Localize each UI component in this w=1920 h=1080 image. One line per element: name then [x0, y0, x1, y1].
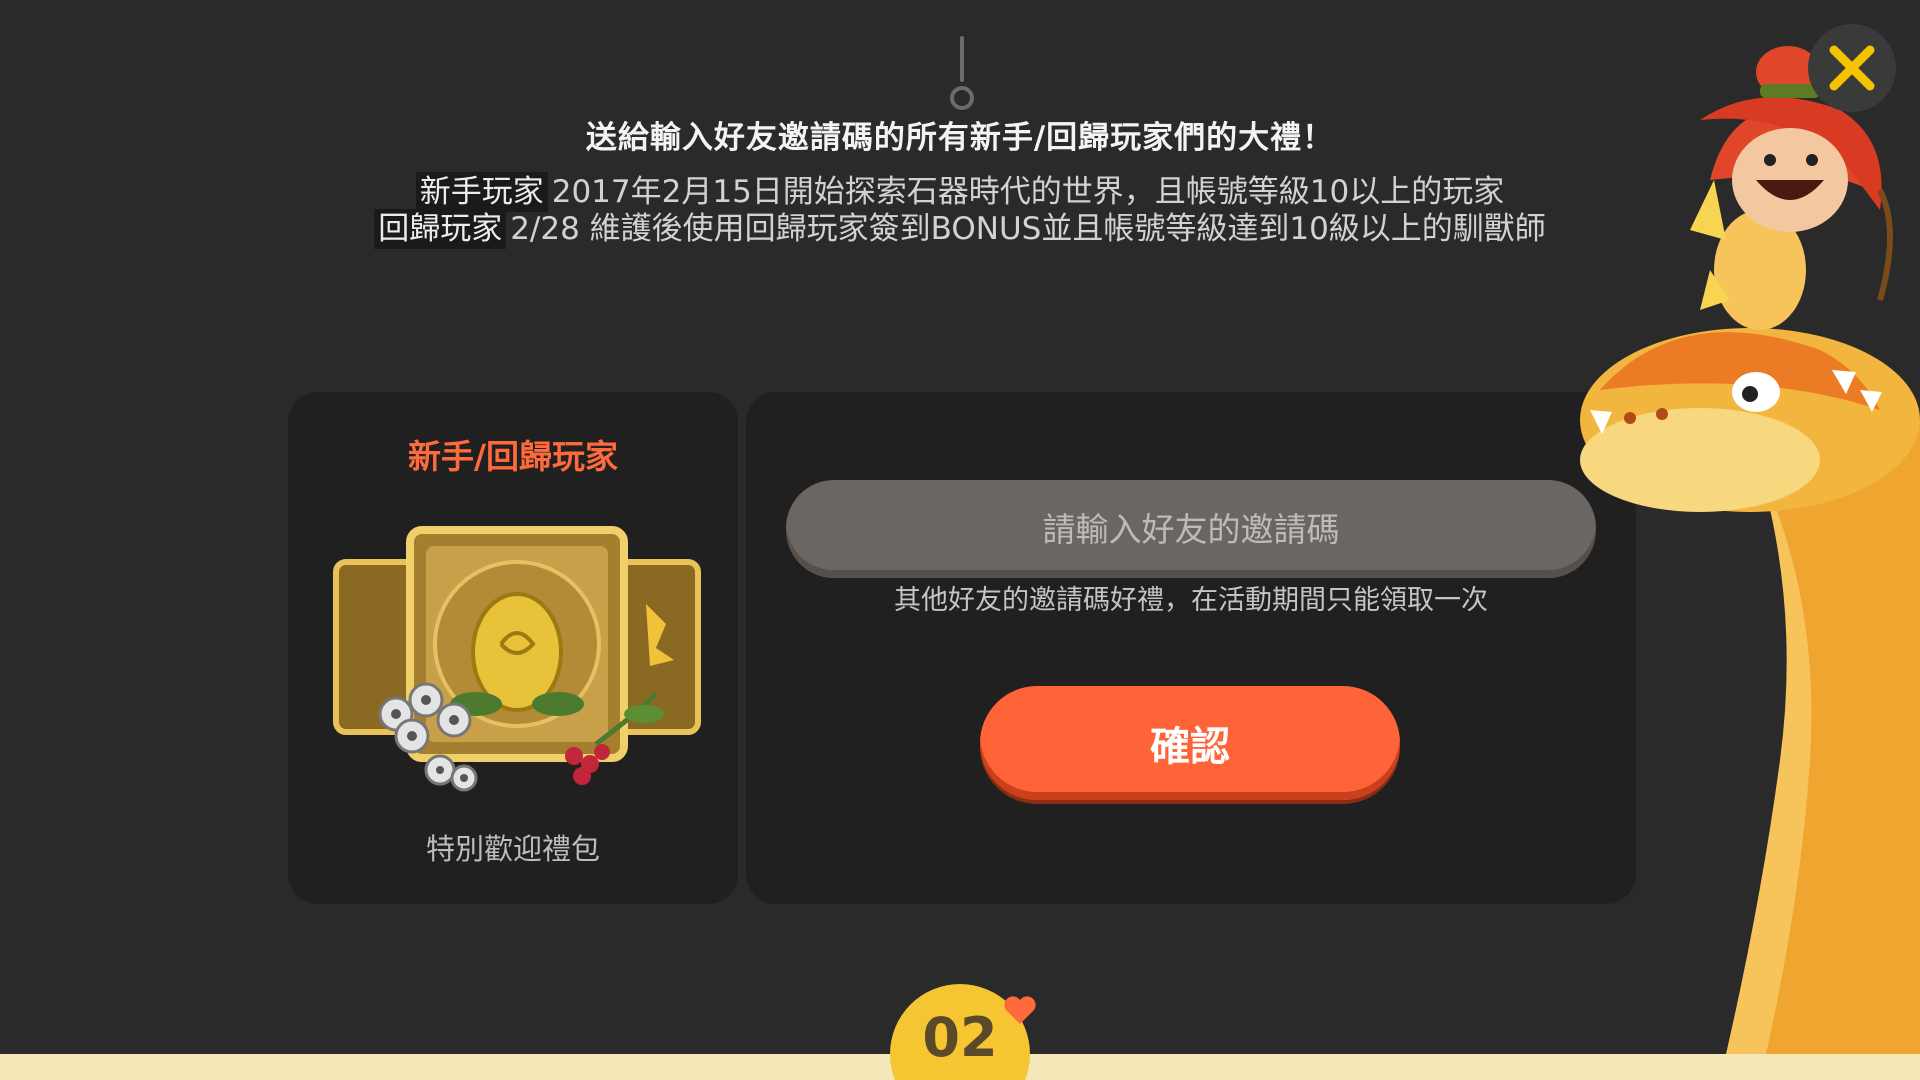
reward-name: 特別歡迎禮包	[425, 832, 600, 866]
hanging-pin-line	[960, 36, 964, 82]
reward-title: 新手/回歸玩家	[407, 437, 619, 476]
reward-panel: 新手/回歸玩家 特別歡迎禮包	[288, 392, 738, 904]
close-button[interactable]	[1808, 24, 1896, 112]
caveman-dinosaur-mascot	[1580, 46, 1920, 1080]
close-icon	[1829, 45, 1875, 91]
invite-note: 其他好友的邀請碼好禮，在活動期間只能領取一次	[894, 585, 1488, 616]
requirement-text: 2/28 維護後使用回歸玩家簽到BONUS並且帳號等級達到10級以上的馴獸師	[510, 211, 1546, 247]
invite-code-panel: 其他好友的邀請碼好禮，在活動期間只能領取一次 確認	[746, 392, 1636, 904]
gift-pack-icon	[333, 526, 701, 792]
hanging-pin-ring	[950, 86, 974, 110]
confirm-button[interactable]: 確認	[980, 686, 1400, 800]
invite-code-dialog: 送給輸入好友邀請碼的所有新手/回歸玩家們的大禮！ 新手玩家 2017年2月15日開…	[0, 0, 1920, 1080]
invite-code-input[interactable]	[786, 480, 1596, 578]
requirement-tag: 回歸玩家	[374, 209, 507, 249]
heart-icon	[1004, 996, 1036, 1024]
